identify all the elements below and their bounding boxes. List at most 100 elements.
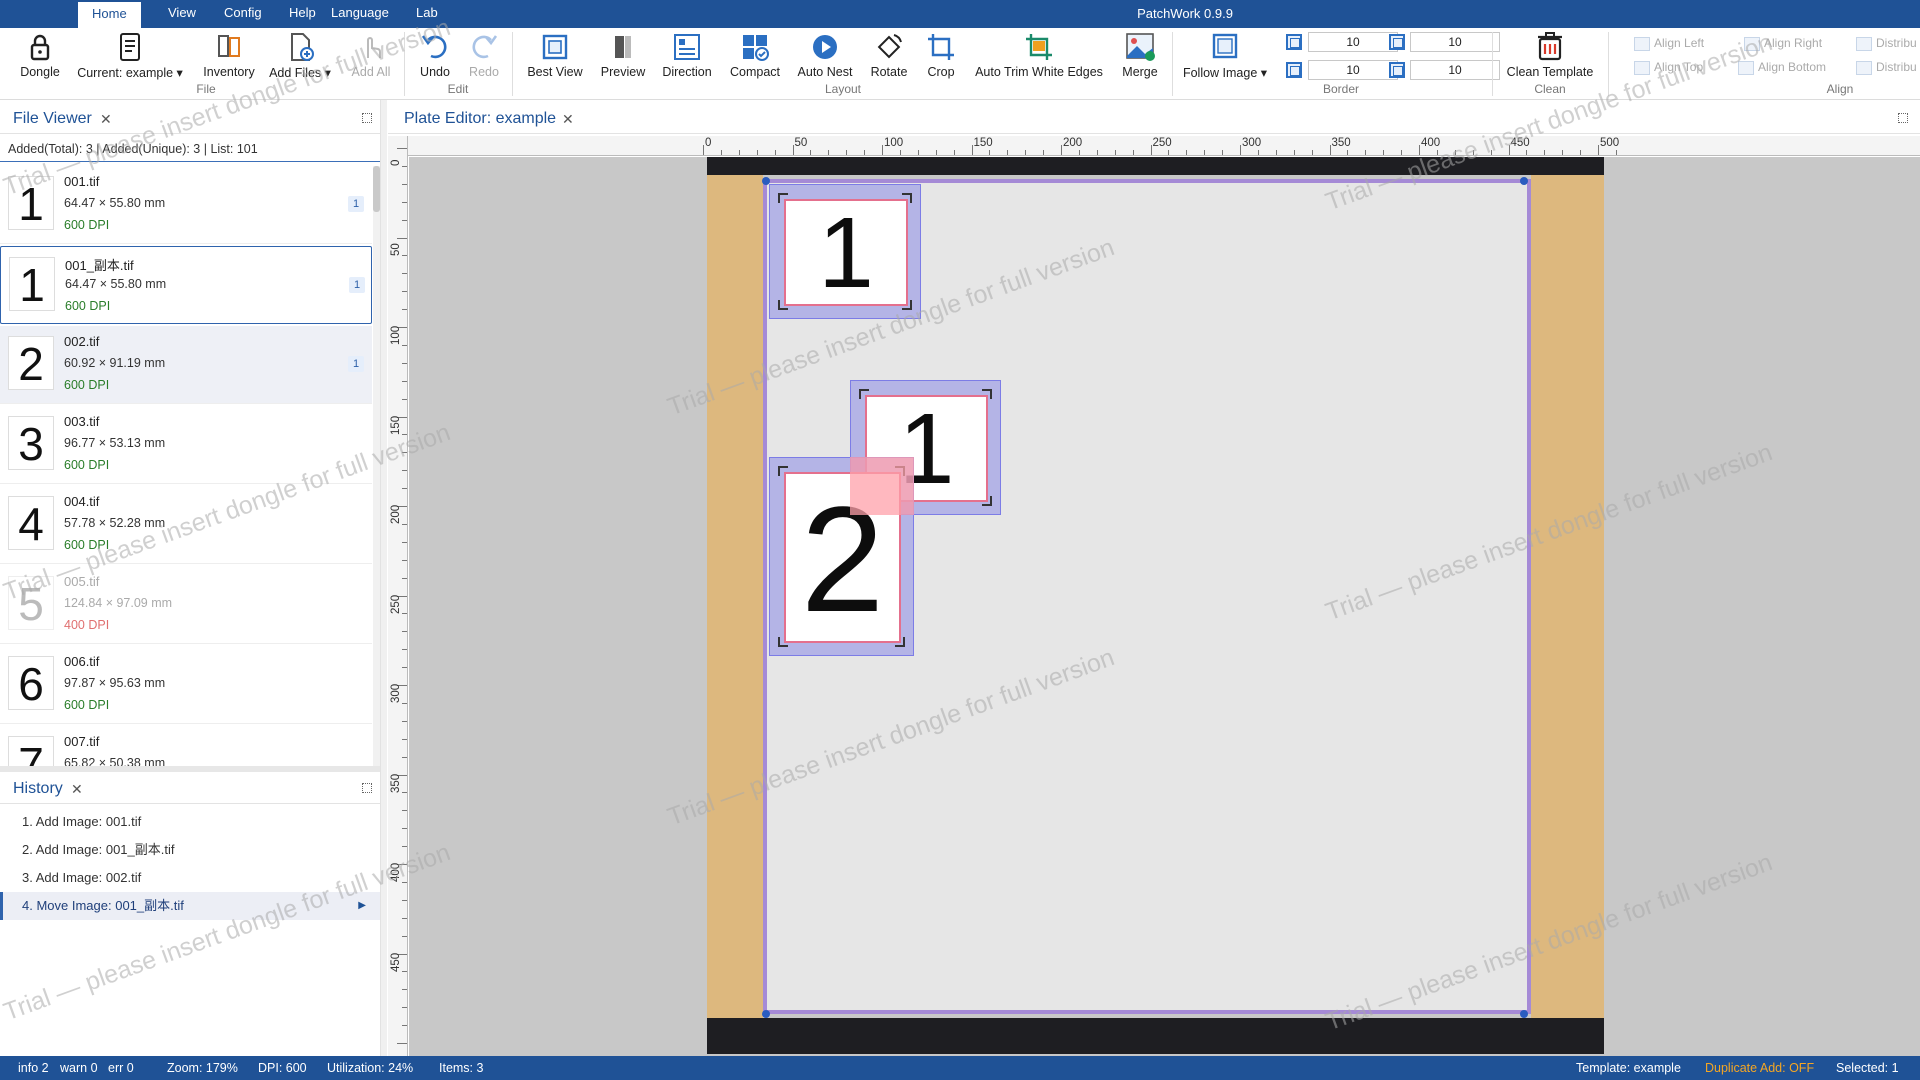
border-bottom-right-input[interactable]: 10 [1410, 60, 1500, 80]
align-top-label: Align Top [1654, 60, 1704, 74]
plate-corner-handle[interactable] [1520, 1010, 1528, 1018]
menu-home[interactable]: Home [78, 0, 141, 28]
file-thumbnail: 4 [8, 496, 54, 550]
distribute-vertical-button[interactable]: Distribu [1856, 60, 1917, 75]
menu-lab[interactable]: Lab [402, 0, 452, 28]
inventory-button[interactable]: Inventory [196, 30, 262, 84]
align-left-button[interactable]: Align Left [1634, 36, 1704, 51]
menu-view[interactable]: View [154, 0, 210, 28]
redo-button[interactable]: Redo [462, 30, 506, 84]
file-row[interactable]: 5 005.tif 124.84 × 97.09 mm 400 DPI [0, 566, 372, 644]
best-view-button[interactable]: Best View [520, 30, 590, 84]
ruler-label: 250 [1152, 137, 1172, 149]
file-row[interactable]: 3 003.tif 96.77 × 53.13 mm 600 DPI [0, 406, 372, 484]
ruler-tick [402, 183, 407, 185]
ruler-tick [402, 989, 407, 991]
history-item[interactable]: 3. Add Image: 002.tif [0, 864, 380, 892]
border-top-right-input[interactable]: 10 [1410, 32, 1500, 52]
inventory-icon [218, 35, 240, 57]
current-template-label: Current: example [77, 66, 174, 80]
preview-button[interactable]: Preview [594, 30, 652, 84]
file-dimensions: 64.47 × 55.80 mm [65, 277, 167, 291]
ruler-tick [1025, 150, 1027, 155]
file-name: 001.tif [64, 174, 100, 189]
preview-icon [615, 36, 631, 58]
distribute-horizontal-label: Distribu [1876, 36, 1917, 50]
close-icon[interactable]: ✕ [562, 111, 574, 128]
border-bottom-left-input[interactable]: 10 [1308, 60, 1398, 80]
duplicate-add-toggle[interactable]: Duplicate Add: OFF [1705, 1056, 1814, 1080]
scrollbar-thumb[interactable] [373, 166, 380, 212]
menu-language[interactable]: Language [317, 0, 403, 28]
crop-button[interactable]: Crop [918, 30, 964, 84]
status-bar: info 2 warn 0 err 0 Zoom: 179% DPI: 600 … [0, 1056, 1920, 1080]
compact-button[interactable]: Compact [724, 30, 786, 84]
ruler-tick [1096, 150, 1098, 155]
file-name: 003.tif [64, 414, 100, 429]
placed-image[interactable]: 1 [769, 184, 921, 319]
file-row[interactable]: 1 001.tif 64.47 × 55.80 mm 600 DPI 1 [0, 166, 372, 244]
ruler-tick [1454, 150, 1456, 155]
expand-icon[interactable] [362, 783, 372, 793]
auto-nest-button[interactable]: Auto Nest [792, 30, 858, 84]
ruler-label: 400 [1421, 137, 1441, 149]
current-template-dropdown[interactable]: Current: example ▾ [74, 30, 186, 84]
history-item-current[interactable]: 4. Move Image: 001_副本.tif ▶ [0, 892, 380, 920]
expand-icon[interactable] [1898, 113, 1908, 123]
corner-mark [902, 300, 912, 310]
status-error: err 0 [108, 1061, 134, 1075]
undo-icon [421, 35, 447, 59]
ruler-tick [402, 577, 407, 579]
plate-corner-handle[interactable] [762, 1010, 770, 1018]
ruler-tick [402, 881, 407, 883]
close-icon[interactable]: ✕ [100, 111, 112, 128]
follow-image-dropdown[interactable]: Follow Image ▾ [1180, 30, 1270, 84]
close-icon[interactable]: ✕ [71, 781, 83, 798]
border-top-left-input[interactable]: 10 [1308, 32, 1398, 52]
file-row[interactable]: 6 006.tif 97.87 × 95.63 mm 600 DPI [0, 646, 372, 724]
add-files-button[interactable]: Add Files ▾ [266, 30, 334, 84]
editor-title: Plate Editor: example [404, 110, 557, 127]
file-row[interactable]: 1 001_副本.tif 64.47 × 55.80 mm 600 DPI 1 [0, 246, 372, 324]
ribbon-separator [404, 32, 405, 96]
ruler-label: 150 [973, 137, 993, 149]
clean-template-button[interactable]: Clean Template [1500, 30, 1600, 84]
ruler-label: 100 [884, 137, 904, 149]
rotate-button[interactable]: Rotate [864, 30, 914, 84]
file-row[interactable]: 4 004.tif 57.78 × 52.28 mm 600 DPI [0, 486, 372, 564]
ruler-label: 300 [390, 683, 402, 703]
file-row[interactable]: 7 007.tif 65.82 × 50.38 mm [0, 726, 372, 766]
history-item[interactable]: 1. Add Image: 001.tif [0, 808, 380, 836]
direction-button[interactable]: Direction [658, 30, 716, 84]
ruler-vertical: 0 50 100 150 200 250 300 350 400 450 [388, 136, 408, 1056]
vertical-splitter[interactable] [380, 100, 387, 1056]
file-row[interactable]: 2 002.tif 60.92 × 91.19 mm 600 DPI 1 [0, 326, 372, 404]
distribute-horizontal-button[interactable]: Distribu [1856, 36, 1917, 51]
ruler-tick [402, 273, 407, 275]
align-top-button[interactable]: Align Top [1634, 60, 1703, 75]
menu-config[interactable]: Config [210, 0, 276, 28]
undo-button[interactable]: Undo [410, 30, 460, 84]
align-right-button[interactable]: Align Right [1744, 36, 1822, 51]
file-dpi: 600 DPI [64, 538, 110, 552]
history-item[interactable]: 2. Add Image: 001_副本.tif [0, 836, 380, 864]
status-template: Template: example [1576, 1061, 1681, 1075]
ruler-label: 100 [390, 325, 402, 345]
auto-trim-button[interactable]: Auto Trim White Edges [968, 30, 1110, 84]
ruler-tick [402, 452, 407, 454]
lock-icon [30, 34, 50, 61]
add-all-button[interactable]: Add All [344, 30, 398, 84]
plate-corner-handle[interactable] [1520, 177, 1528, 185]
file-list-scrollbar[interactable] [373, 166, 380, 766]
file-dimensions: 97.87 × 95.63 mm [64, 676, 166, 690]
crop-icon [928, 34, 954, 60]
ruler-tick [402, 523, 407, 525]
panel-splitter[interactable] [0, 766, 380, 772]
dongle-button[interactable]: Dongle [14, 30, 66, 84]
undo-label: Undo [420, 65, 450, 79]
align-bottom-button[interactable]: Align Bottom [1738, 60, 1826, 75]
ribbon-separator [1608, 32, 1609, 96]
merge-button[interactable]: Merge [1114, 30, 1166, 84]
expand-icon[interactable] [362, 113, 372, 123]
ruler-tick [402, 201, 407, 203]
